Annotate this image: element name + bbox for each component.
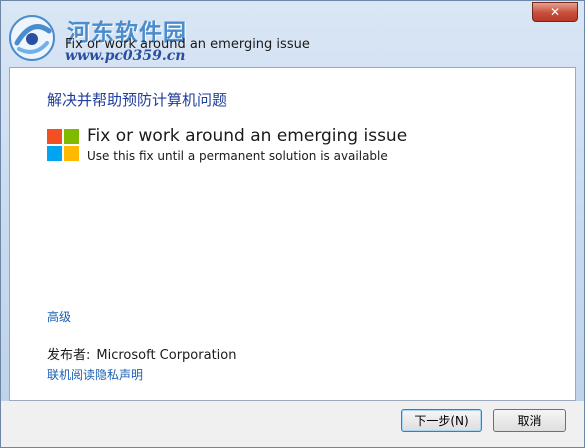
publisher-info: 发布者: Microsoft Corporation: [47, 344, 236, 363]
fix-option-title: Fix or work around an emerging issue: [87, 126, 408, 146]
watermark: 河东软件园 www.pc0359.cn: [5, 5, 235, 67]
publisher-label: 发布者:: [47, 348, 91, 363]
next-button[interactable]: 下一步(N): [401, 409, 482, 432]
advanced-link[interactable]: 高级: [47, 308, 71, 325]
footer-bar: 下一步(N) 取消: [1, 401, 584, 447]
publisher-value: Microsoft Corporation: [96, 348, 237, 363]
wizard-window: 河东软件园 www.pc0359.cn Fix or work around a…: [0, 0, 585, 448]
content-panel: 解决并帮助预防计算机问题 Fix or work around an emerg…: [9, 67, 576, 401]
cancel-button[interactable]: 取消: [493, 409, 566, 432]
page-heading: 解决并帮助预防计算机问题: [47, 91, 228, 109]
privacy-statement-link[interactable]: 联机阅读隐私声明: [47, 366, 143, 383]
title-bar[interactable]: 河东软件园 www.pc0359.cn Fix or work around a…: [1, 1, 584, 66]
close-icon: ✕: [549, 5, 561, 19]
close-button[interactable]: ✕: [532, 2, 578, 22]
fix-option[interactable]: Fix or work around an emerging issue Use…: [47, 126, 547, 166]
watermark-logo-icon: [9, 15, 55, 61]
windows-logo-icon: [47, 129, 79, 161]
window-title: Fix or work around an emerging issue: [65, 37, 310, 52]
fix-option-description: Use this fix until a permanent solution …: [87, 149, 388, 163]
